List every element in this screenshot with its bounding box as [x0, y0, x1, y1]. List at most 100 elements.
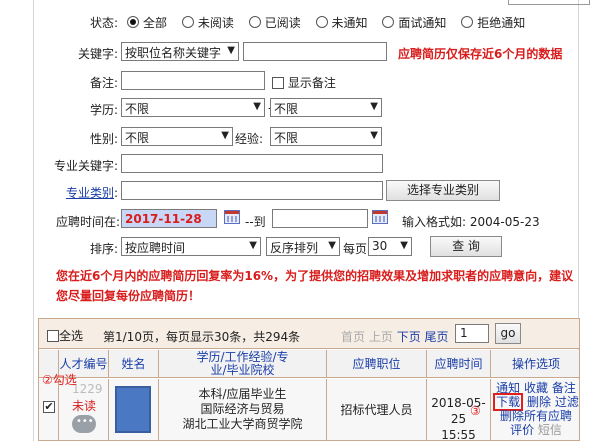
radio-icon — [181, 16, 194, 28]
go-button[interactable]: go — [495, 323, 521, 344]
experience-label: 经验: — [235, 132, 264, 146]
filter-link[interactable]: 过滤 — [555, 395, 579, 409]
top-tab-edge — [508, 0, 590, 5]
pager: 首页 上页 下页 尾页 — [341, 328, 449, 345]
keyword-type-select[interactable]: 按职位名称关键字 ▼ — [121, 42, 239, 61]
chevron-down-icon: ▼ — [400, 240, 408, 251]
results-toolbar: 全选 第1/10页，每页显示30条，共294条 首页 上页 下页 尾页 1 go — [39, 319, 579, 349]
chevron-down-icon: ▼ — [253, 101, 261, 112]
retention-notice: 应聘简历仅保存近6个月的数据 — [398, 47, 563, 61]
chevron-down-icon: ▼ — [249, 240, 257, 251]
status-radio-interview[interactable]: 面试通知 — [382, 14, 446, 31]
per-page-select[interactable]: 30 ▼ — [368, 237, 412, 256]
unread-status: 未读 — [72, 399, 97, 413]
major: 国际经济与贸易 — [200, 402, 285, 416]
major-category-input[interactable] — [121, 181, 383, 200]
row-checkbox[interactable]: ✔ — [43, 401, 55, 413]
pager-prev[interactable]: 上页 — [369, 330, 393, 344]
right-frame-border — [578, 0, 598, 441]
remark-link[interactable]: 备注 — [552, 381, 576, 395]
keyword-input[interactable] — [243, 42, 387, 61]
name-cell — [109, 379, 159, 440]
date-format-hint: 输入格式如: 2004-05-23 — [402, 215, 540, 229]
per-page-label: 每页 — [343, 242, 368, 256]
applied-position[interactable]: 招标代理人员 — [340, 403, 412, 417]
major-keyword-input[interactable] — [121, 154, 383, 173]
apply-time-label: 应聘时间在: — [55, 215, 120, 229]
evaluate-link[interactable]: 评价 — [510, 423, 534, 437]
note-input[interactable] — [121, 71, 265, 90]
sort-label: 排序: — [89, 242, 118, 256]
annotation-step2: ②勾选 — [42, 373, 77, 387]
select-major-button[interactable]: 选择专业类别 — [386, 180, 500, 201]
apply-time-cell: 2018-05-25 15:55 — [427, 379, 491, 441]
delete-all-link[interactable]: 删除所有应聘 — [491, 409, 579, 423]
search-button[interactable]: 查 询 — [430, 236, 502, 257]
status-radio-rejected[interactable]: 拒绝通知 — [461, 14, 525, 31]
status-radio-read[interactable]: 已阅读 — [248, 14, 301, 31]
experience-select[interactable]: 不限 ▼ — [270, 127, 382, 146]
apply-date-to-input[interactable] — [272, 209, 368, 228]
chevron-down-icon: ▼ — [328, 240, 336, 251]
talent-id-cell: 1229 未读 ••• — [59, 379, 109, 440]
pager-last[interactable]: 尾页 — [425, 330, 449, 344]
table-row-checkbox-cell: ✔ — [39, 379, 59, 440]
gender-label: 性别: — [89, 132, 118, 146]
radio-checked-icon — [127, 16, 139, 28]
checkbox-icon — [272, 77, 284, 89]
show-note-checkbox[interactable]: 显示备注 — [272, 74, 336, 91]
col-actions: 操作选项 — [491, 350, 579, 378]
status-radio-unread[interactable]: 未阅读 — [181, 14, 234, 31]
status-radio-all[interactable]: 全部 — [127, 14, 167, 31]
keyword-label: 关键字: — [77, 47, 118, 61]
col-position: 应聘职位 — [327, 350, 427, 378]
left-frame-border — [0, 0, 34, 441]
school: 湖北工业大学商贸学院 — [182, 417, 303, 431]
col-apply-time: 应聘时间 — [427, 350, 491, 378]
checkbox-icon — [47, 330, 59, 342]
favorite-link[interactable]: 收藏 — [524, 381, 548, 395]
pager-first[interactable]: 首页 — [341, 330, 365, 344]
status-radio-unnotified[interactable]: 未通知 — [315, 14, 368, 31]
annotation-step3: ③ — [470, 404, 481, 418]
chevron-down-icon: ▼ — [370, 101, 378, 112]
apply-clock: 15:55 — [441, 428, 476, 441]
chevron-down-icon: ▼ — [221, 130, 229, 141]
col-name: 姓名 — [109, 350, 159, 378]
avatar[interactable] — [115, 386, 151, 433]
date-separator: --到 — [245, 215, 266, 229]
radio-icon — [248, 16, 261, 28]
sort-order-select[interactable]: 反序排列 ▼ — [266, 237, 340, 256]
chevron-down-icon: ▼ — [227, 45, 235, 56]
education-to-select[interactable]: 不限 ▼ — [270, 98, 382, 117]
sms-link[interactable]: 短信 — [538, 423, 562, 437]
major-category-link[interactable]: 专业类别 — [66, 186, 114, 200]
message-bubble-icon[interactable]: ••• — [72, 415, 96, 433]
radio-icon — [315, 16, 328, 28]
delete-link[interactable]: 删除 — [527, 395, 551, 409]
apply-date-from-input[interactable]: 2017-11-28 — [121, 209, 217, 228]
pager-next[interactable]: 下页 — [397, 330, 421, 344]
position-cell: 招标代理人员 — [327, 379, 427, 440]
select-all-checkbox[interactable]: 全选 — [47, 327, 83, 344]
major-keyword-label: 专业关键字: — [53, 159, 118, 173]
reply-rate-notice: 您在近6个月内的应聘简历回复率为16%，为了提供您的招聘效果及增加求职者的应聘意… — [56, 269, 574, 303]
results-panel: 全选 第1/10页，每页显示30条，共294条 首页 上页 下页 尾页 1 go… — [38, 318, 580, 441]
education-label: 学历: — [89, 103, 118, 117]
major-category-label: 专业类别: — [65, 186, 118, 200]
col-education: 学历/工作经验/专业/毕业院校 — [159, 350, 327, 378]
chevron-down-icon: ▼ — [370, 130, 378, 141]
status-radio-group: 全部 未阅读 已阅读 未通知 面试通知 拒绝通知 — [127, 14, 536, 31]
calendar-icon[interactable] — [372, 210, 388, 224]
radio-icon — [461, 16, 474, 28]
results-summary: 第1/10页，每页显示30条，共294条 — [103, 330, 301, 344]
education-cell: 本科/应届毕业生 国际经济与贸易 湖北工业大学商贸学院 — [159, 379, 327, 440]
page-number-input[interactable]: 1 — [455, 324, 489, 343]
education-from-select[interactable]: 不限 ▼ — [121, 98, 265, 117]
sort-by-select[interactable]: 按应聘时间 ▼ — [121, 237, 261, 256]
gender-select[interactable]: 不限 ▼ — [121, 127, 233, 146]
actions-cell: 通知 收藏 备注 下载 删除 过滤 删除所有应聘 评价 短信 — [491, 379, 579, 440]
radio-icon — [382, 16, 395, 28]
status-label: 状态: — [89, 16, 118, 30]
calendar-icon[interactable] — [224, 210, 240, 224]
